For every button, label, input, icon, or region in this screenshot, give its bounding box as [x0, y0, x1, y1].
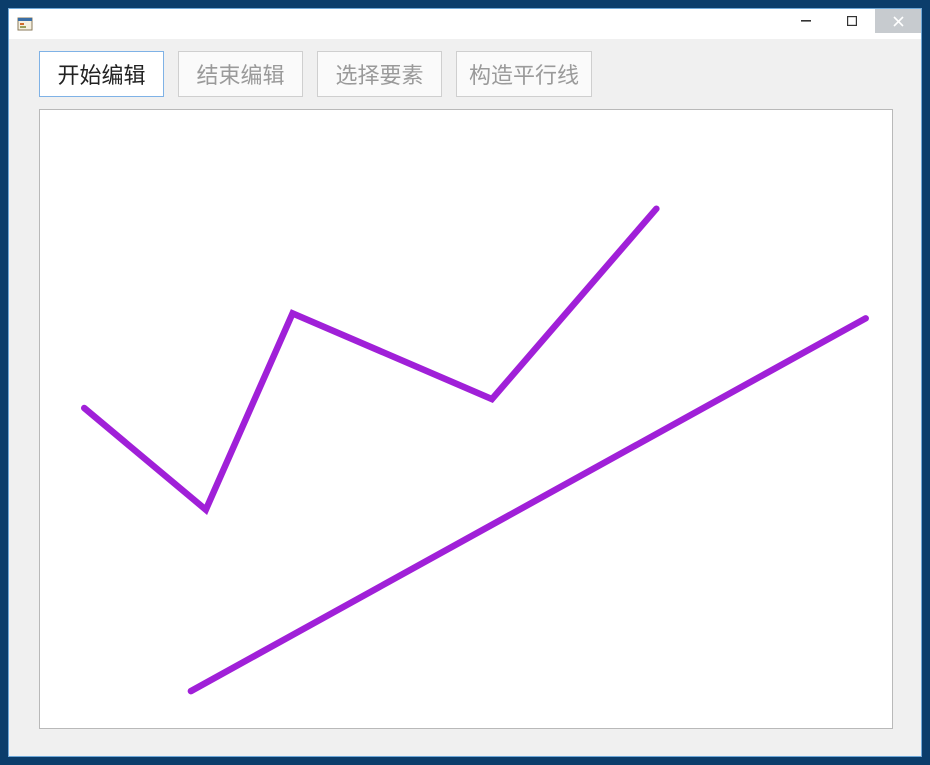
outer-frame: 开始编辑 结束编辑 选择要素 构造平行线 — [0, 0, 930, 765]
app-icon — [17, 16, 33, 32]
end-edit-button[interactable]: 结束编辑 — [178, 51, 303, 97]
construct-parallel-button[interactable]: 构造平行线 — [456, 51, 592, 97]
button-label: 开始编辑 — [57, 58, 145, 90]
window-controls — [783, 9, 921, 33]
button-label: 选择要素 — [335, 58, 423, 90]
window-title — [39, 17, 49, 31]
select-feature-button[interactable]: 选择要素 — [317, 51, 442, 97]
start-edit-button[interactable]: 开始编辑 — [39, 51, 164, 97]
line-feature[interactable] — [191, 318, 866, 691]
minimize-button[interactable] — [783, 9, 829, 33]
client-area: 开始编辑 结束编辑 选择要素 构造平行线 — [9, 39, 921, 756]
toolbar: 开始编辑 结束编辑 选择要素 构造平行线 — [9, 39, 921, 97]
drawing-canvas[interactable] — [39, 109, 893, 729]
close-button[interactable] — [875, 9, 921, 33]
titlebar[interactable] — [9, 9, 921, 40]
maximize-button[interactable] — [829, 9, 875, 33]
polyline-feature[interactable] — [84, 209, 656, 510]
button-label: 构造平行线 — [469, 58, 579, 90]
button-label: 结束编辑 — [196, 58, 284, 90]
canvas-svg — [40, 110, 892, 728]
app-window: 开始编辑 结束编辑 选择要素 构造平行线 — [8, 8, 922, 757]
